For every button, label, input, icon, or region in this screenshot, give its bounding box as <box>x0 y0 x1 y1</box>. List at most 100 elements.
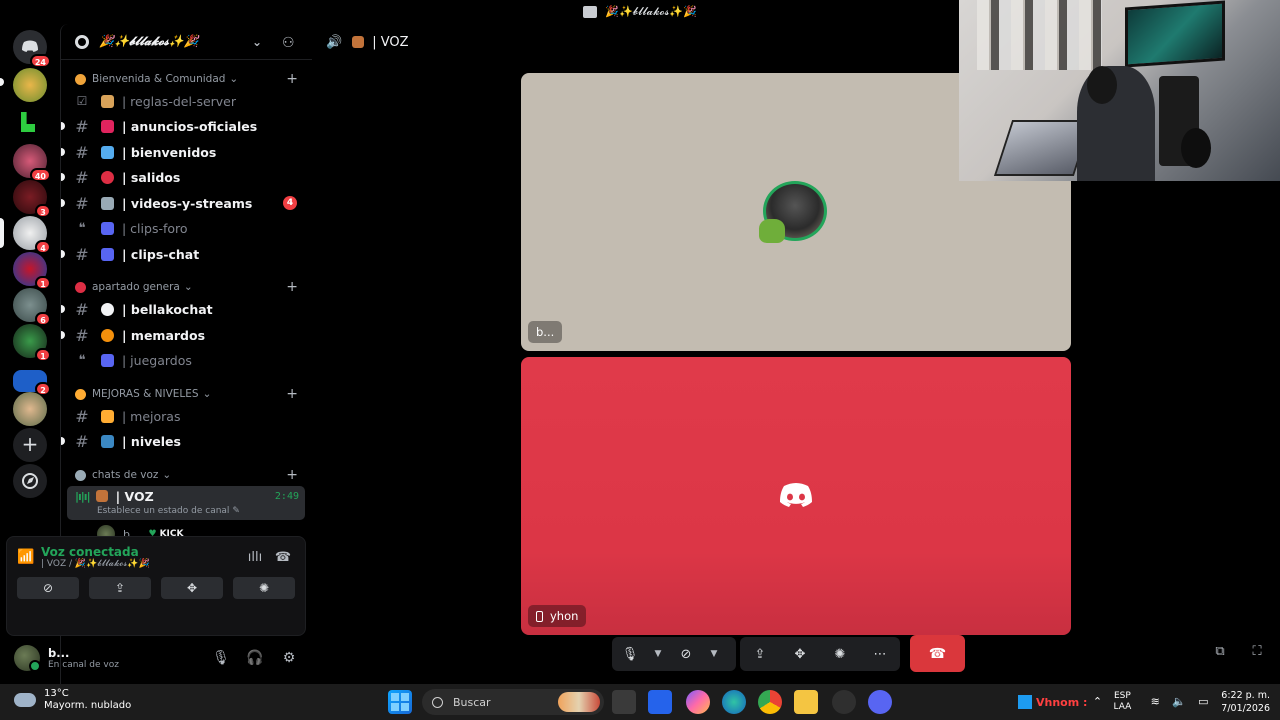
server-icon[interactable] <box>13 392 47 426</box>
text-channel-icon: # <box>75 193 89 213</box>
chrome-icon[interactable] <box>758 690 782 714</box>
app-icon <box>583 6 598 18</box>
server-icon[interactable]: 40 <box>13 144 51 182</box>
noise-suppression-icon[interactable]: ıllı <box>241 550 269 565</box>
add-channel-icon[interactable]: + <box>286 386 298 402</box>
edge-icon[interactable] <box>722 690 746 714</box>
headphones-icon[interactable]: 🎧 <box>238 650 272 666</box>
video-options-button[interactable]: ▼ <box>704 637 724 671</box>
server-icon[interactable]: 1 <box>13 252 51 290</box>
add-channel-icon[interactable]: + <box>286 71 298 87</box>
store-icon[interactable] <box>648 690 672 714</box>
channel-salidos[interactable]: # | salidos <box>61 166 305 188</box>
emoji-icon <box>95 490 108 502</box>
unread-indicator <box>61 122 65 130</box>
copilot-icon[interactable] <box>686 690 710 714</box>
battery-icon[interactable]: ▭ <box>1193 695 1213 709</box>
discover-button[interactable] <box>13 464 47 498</box>
call-controls: 🎙 ▼ ⊘ ▼ ⇪ ✥ ✺ ⋯ ☎ <box>612 635 972 672</box>
voice-channel-voz[interactable]: |ı|ı| | VOZ 2:49 Establece un estado de … <box>67 486 305 520</box>
tray-user-label[interactable]: Vhnom : <box>1018 690 1087 714</box>
participant-name-tag: yhon <box>528 605 587 627</box>
weather-widget[interactable]: 13°C Mayorm. nublado <box>14 688 131 712</box>
start-button[interactable] <box>388 690 412 714</box>
server-icon[interactable]: 3 <box>13 180 51 218</box>
fullscreen-icon[interactable]: ⛶ <box>1247 644 1267 662</box>
add-channel-icon[interactable]: + <box>286 467 298 483</box>
user-info[interactable]: b... En canal de voz <box>48 646 204 670</box>
avatar[interactable] <box>14 645 41 672</box>
discord-taskbar-icon[interactable] <box>868 690 892 714</box>
channel-title: | VOZ <box>372 34 409 50</box>
camera-button[interactable]: ⊘ <box>668 637 704 671</box>
pop-out-icon[interactable]: ⧉ <box>1210 644 1230 662</box>
unread-indicator <box>0 78 4 86</box>
share-screen-button[interactable]: ⇪ <box>740 637 780 671</box>
chevron-up-icon[interactable]: ⌃ <box>1087 695 1107 709</box>
channel-mejoras[interactable]: # | mejoras <box>67 405 305 427</box>
unread-indicator <box>61 437 65 445</box>
camera-off-button[interactable]: ⊘ <box>17 577 79 599</box>
add-server-button[interactable]: + <box>13 428 47 462</box>
share-screen-button[interactable]: ⇪ <box>89 577 151 599</box>
trophy-emoji-icon <box>101 409 114 423</box>
category-mejoras-niveles[interactable]: MEJORAS & NIVELES ⌄ + <box>75 386 298 402</box>
language-indicator[interactable]: ESP LAA <box>1113 691 1131 713</box>
participant-tile[interactable]: yhon <box>521 357 1071 635</box>
windows-icon <box>391 693 409 711</box>
voice-status-title[interactable]: Voz conectada <box>41 545 241 559</box>
home-discord-button[interactable]: 24 <box>13 30 51 68</box>
channel-niveles[interactable]: # | niveles <box>61 430 305 452</box>
unread-indicator <box>61 331 65 339</box>
soundboard-button[interactable]: ✺ <box>233 577 295 599</box>
server-icon[interactable]: 1 <box>13 324 51 362</box>
mute-button[interactable]: 🎙 <box>612 637 648 671</box>
channel-clips-chat[interactable]: # | clips-chat <box>61 243 305 265</box>
activities-button[interactable]: ✥ <box>161 577 223 599</box>
category-chats-de-voz[interactable]: chats de voz ⌄ + <box>75 467 298 483</box>
clock[interactable]: 6:22 p. m. 7/01/2026 <box>1221 689 1270 715</box>
emoji-icon <box>75 73 86 85</box>
server-header[interactable]: 🎉✨𝓫𝓵𝓵𝓪𝓴𝓸𝓼✨🎉 ⌄ ⚇ <box>61 24 312 60</box>
channel-bienvenidos[interactable]: # | bienvenidos <box>61 141 305 163</box>
server-icon[interactable]: 6 <box>13 288 51 326</box>
file-explorer-icon[interactable] <box>794 690 818 714</box>
voice-status-subtitle[interactable]: | VOZ / 🎉✨𝓫𝓵𝓵𝓪𝓴𝓸𝓼✨🎉 <box>41 559 241 569</box>
add-channel-icon[interactable]: + <box>286 279 298 295</box>
channel-bellakochat[interactable]: # | bellakochat <box>61 298 305 320</box>
category-apartado-genera[interactable]: apartado genera ⌄ + <box>75 279 298 295</box>
channel-videos-y-streams[interactable]: # | videos-y-streams 4 <box>61 192 305 214</box>
soundboard-button[interactable]: ✺ <box>820 637 860 671</box>
taskbar-search[interactable]: Buscar <box>422 689 604 715</box>
server-icon[interactable]: 4 <box>13 216 51 254</box>
clip-emoji-icon <box>101 247 114 261</box>
steam-icon[interactable] <box>832 690 856 714</box>
more-options-button[interactable]: ⋯ <box>860 637 900 671</box>
channel-reglas[interactable]: ☑ | reglas-del-server <box>67 90 305 112</box>
server-folder[interactable]: 2 <box>13 370 51 396</box>
task-view-button[interactable] <box>612 690 636 714</box>
wifi-icon[interactable]: ≋ <box>1145 695 1165 709</box>
activities-button[interactable]: ✥ <box>780 637 820 671</box>
channel-name: | anuncios-oficiales <box>122 118 258 134</box>
volume-icon[interactable]: 🔈 <box>1169 695 1189 709</box>
clip-emoji-icon <box>101 221 114 235</box>
disconnect-icon[interactable]: ☎ <box>269 550 297 565</box>
channel-juegardos[interactable]: ❝ | juegardos <box>67 349 305 371</box>
server-icon[interactable] <box>13 106 47 140</box>
channel-anuncios[interactable]: # | anuncios-oficiales <box>61 115 305 137</box>
invite-people-icon[interactable]: ⚇ <box>282 35 298 51</box>
server-icon[interactable] <box>13 68 47 102</box>
category-bienvenida[interactable]: Bienvenida & Comunidad ⌄ + <box>75 71 298 87</box>
discord-window: 🎉✨𝓫𝓵𝓵𝓪𝓴𝓸𝓼✨🎉 24 40 3 4 1 6 1 2 + 🎉✨𝓫𝓵𝓵𝓪𝓴𝓸… <box>0 0 1280 720</box>
audio-options-button[interactable]: ▼ <box>648 637 668 671</box>
channel-memardos[interactable]: # | memardos <box>61 324 305 346</box>
microphone-icon[interactable]: 🎙 <box>204 650 238 666</box>
channel-clips-foro[interactable]: ❝ | clips-foro <box>67 217 305 239</box>
webcam-background <box>977 0 1102 70</box>
set-channel-status[interactable]: Establece un estado de canal ✎ <box>67 506 305 516</box>
disconnect-button[interactable]: ☎ <box>910 635 965 672</box>
signal-icon[interactable]: 📶 <box>17 549 41 565</box>
screen-share-icon: ⇪ <box>754 646 766 662</box>
gear-icon[interactable]: ⚙ <box>272 650 306 666</box>
